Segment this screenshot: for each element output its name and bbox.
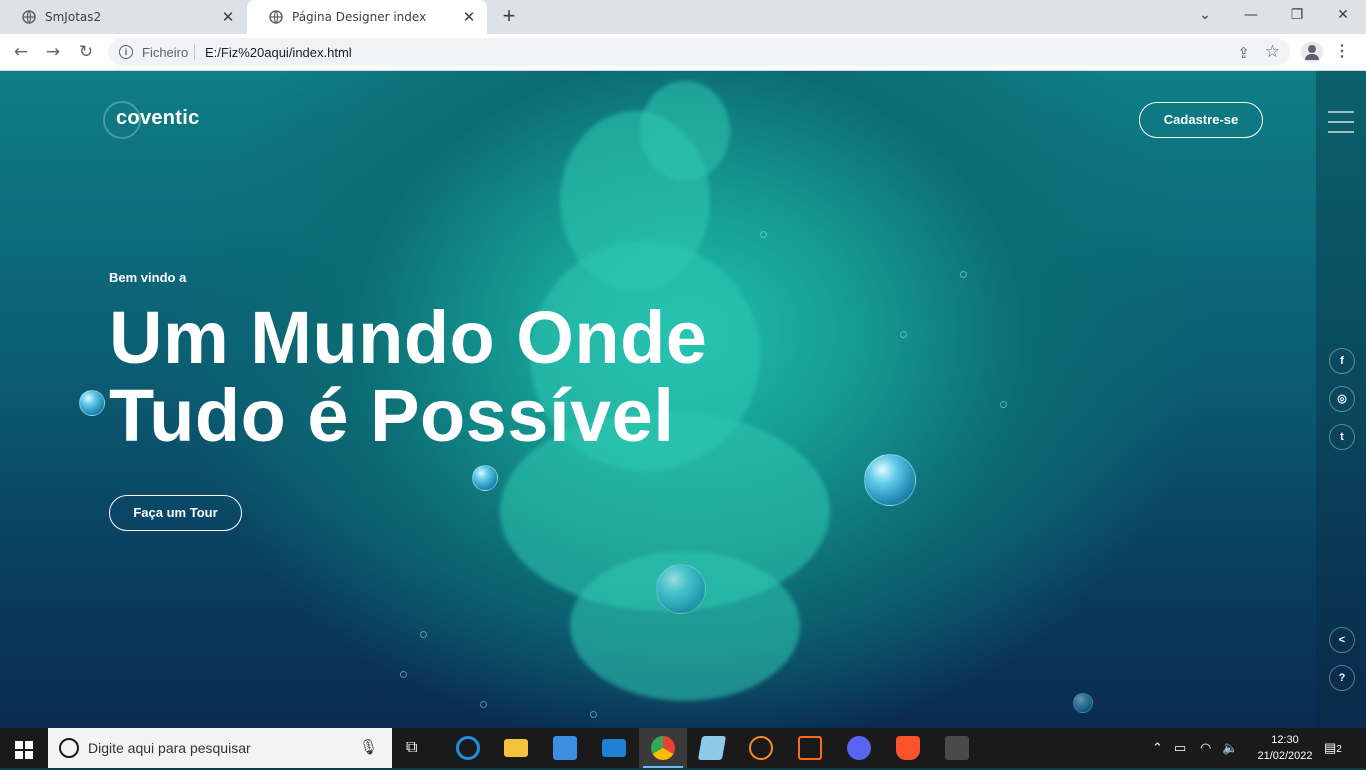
bubble xyxy=(864,454,916,506)
bubble-dot xyxy=(480,701,487,708)
site-label: Ficheiro xyxy=(142,45,189,60)
sublime-text-icon[interactable] xyxy=(945,736,969,760)
share-icon[interactable]: < xyxy=(1329,627,1355,653)
task-view-icon[interactable]: ⧉ xyxy=(406,728,417,768)
twitter-icon[interactable]: t xyxy=(1329,424,1355,450)
tab-pagina-designer-index[interactable]: Página Designer index ✕ xyxy=(247,0,487,34)
close-tab-icon[interactable]: ✕ xyxy=(461,9,477,25)
back-icon[interactable]: ← xyxy=(10,41,32,63)
notification-count: 2 xyxy=(1336,744,1342,755)
bubble-dot xyxy=(960,271,967,278)
tab-smjotas2[interactable]: SmJotas2 ✕ xyxy=(0,0,246,34)
app-icon[interactable] xyxy=(749,736,773,760)
show-hidden-icons[interactable]: ⌃ xyxy=(1152,728,1163,768)
close-window-button[interactable]: ✕ xyxy=(1320,0,1366,30)
signup-button[interactable]: Cadastre-se xyxy=(1139,102,1263,138)
help-icon[interactable]: ? xyxy=(1329,665,1355,691)
tab-search-icon[interactable]: ⌄ xyxy=(1182,0,1228,30)
start-button[interactable] xyxy=(0,728,48,768)
store-icon[interactable] xyxy=(553,736,577,760)
windows-logo-icon xyxy=(15,741,23,749)
bubble xyxy=(472,465,498,491)
facebook-icon[interactable]: f xyxy=(1329,348,1355,374)
edge-icon[interactable] xyxy=(456,736,480,760)
hamburger-menu-icon[interactable] xyxy=(1328,111,1354,141)
globe-icon xyxy=(269,10,283,24)
bubble-dot xyxy=(900,331,907,338)
headline-line-2: Tudo é Possível xyxy=(109,374,675,457)
notes-app-icon[interactable] xyxy=(697,736,727,760)
reload-icon[interactable]: ↻ xyxy=(75,41,97,63)
share-icon[interactable]: ⇪ xyxy=(1237,44,1250,62)
clock-time: 12:30 xyxy=(1271,734,1299,746)
cortana-icon xyxy=(59,738,79,758)
welcome-text: Bem vindo a xyxy=(109,270,187,285)
bookmark-star-icon[interactable]: ☆ xyxy=(1265,42,1280,62)
search-placeholder: Digite aqui para pesquisar xyxy=(88,740,251,756)
bubble-dot xyxy=(760,231,767,238)
info-icon[interactable]: i xyxy=(119,45,133,59)
hero-headline: Um Mundo Onde Tudo é Possível xyxy=(109,299,707,455)
bubble xyxy=(79,390,105,416)
headline-line-1: Um Mundo Onde xyxy=(109,296,708,379)
tour-button[interactable]: Faça um Tour xyxy=(109,495,242,531)
close-tab-icon[interactable]: ✕ xyxy=(220,9,236,25)
menu-kebab-icon[interactable]: ⋮ xyxy=(1334,41,1350,63)
chrome-icon[interactable] xyxy=(651,736,675,760)
tab-title: Página Designer index xyxy=(292,10,427,24)
browser-tab-strip: SmJotas2 ✕ Página Designer index ✕ + ⌄ —… xyxy=(0,0,1366,34)
new-tab-button[interactable]: + xyxy=(498,5,520,28)
volume-icon[interactable]: 🔈 xyxy=(1222,728,1238,768)
bubble-dot xyxy=(1000,401,1007,408)
browser-toolbar: ← → ↻ i Ficheiro E:/Fiz%20aqui/index.htm… xyxy=(0,34,1366,71)
windows-taskbar: Digite aqui para pesquisar 🎙 ⧉ ⌃ ▭ ◠ 🔈 1… xyxy=(0,728,1366,768)
bubble-dot xyxy=(420,631,427,638)
bubble xyxy=(656,564,706,614)
address-bar[interactable]: i Ficheiro E:/Fiz%20aqui/index.html ⇪ ☆ xyxy=(108,38,1290,66)
taskbar-search[interactable]: Digite aqui para pesquisar 🎙 xyxy=(48,728,392,768)
microphone-icon[interactable]: 🎙 xyxy=(359,738,378,756)
battery-icon[interactable]: ▭ xyxy=(1174,728,1186,768)
site-logo[interactable]: coventic xyxy=(103,101,200,139)
divider xyxy=(194,44,195,60)
app-n-icon[interactable] xyxy=(798,736,822,760)
url-text[interactable]: E:/Fiz%20aqui/index.html xyxy=(205,45,352,60)
globe-icon xyxy=(22,10,36,24)
forward-icon[interactable]: → xyxy=(42,41,64,63)
ink-cloud xyxy=(640,81,730,181)
clock-date: 21/02/2022 xyxy=(1257,750,1313,762)
brave-icon[interactable] xyxy=(896,736,920,760)
restore-button[interactable]: ❐ xyxy=(1274,0,1320,30)
profile-avatar[interactable] xyxy=(1301,41,1323,63)
instagram-icon[interactable]: ◎ xyxy=(1329,386,1355,412)
taskbar-clock[interactable]: 12:30 21/02/2022 xyxy=(1246,732,1324,764)
file-explorer-icon[interactable] xyxy=(504,739,528,757)
bubble xyxy=(1073,693,1093,713)
bubble-dot xyxy=(590,711,597,718)
minimize-button[interactable]: — xyxy=(1228,0,1274,30)
windows-logo-icon xyxy=(15,751,23,759)
logo-text: coventic xyxy=(116,107,200,129)
discord-icon[interactable] xyxy=(847,736,871,760)
windows-logo-icon xyxy=(25,751,33,759)
notification-center-icon[interactable]: ▤2 xyxy=(1324,728,1342,768)
hero-section: coventic Cadastre-se Bem vindo a Um Mund… xyxy=(0,71,1366,728)
windows-logo-icon xyxy=(25,741,33,749)
tab-title: SmJotas2 xyxy=(45,10,102,24)
wifi-icon[interactable]: ◠ xyxy=(1200,728,1211,768)
bubble-dot xyxy=(400,671,407,678)
mail-icon[interactable] xyxy=(602,739,626,757)
